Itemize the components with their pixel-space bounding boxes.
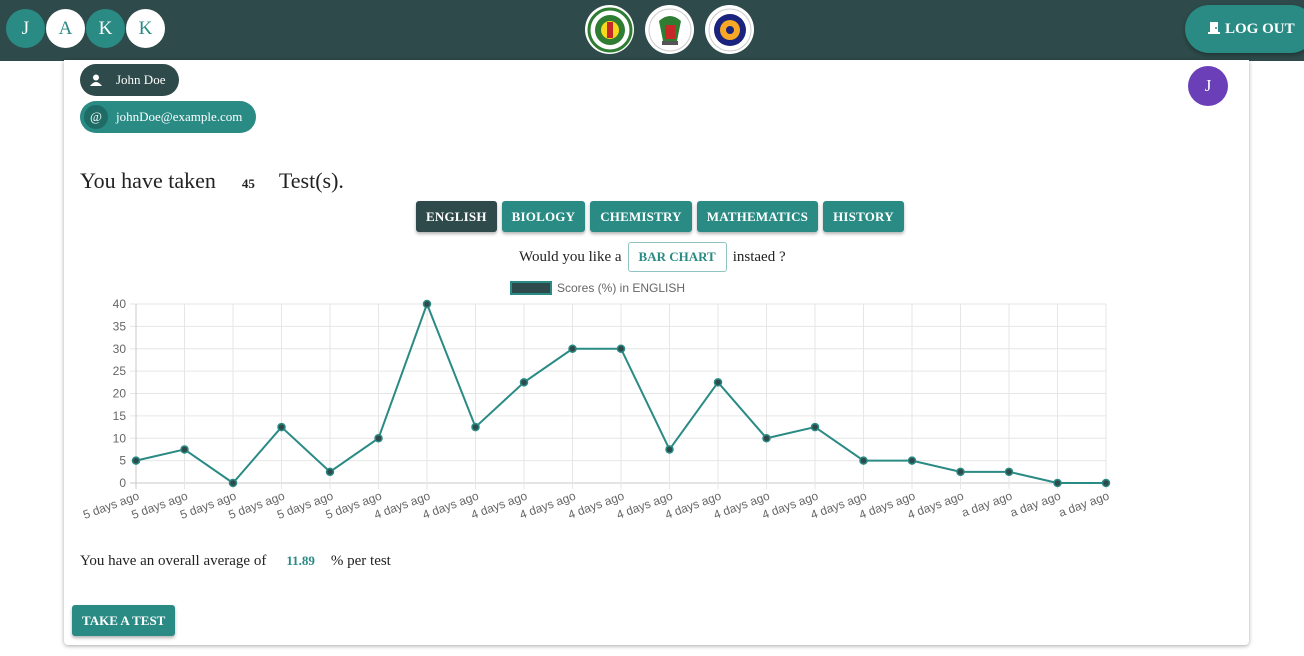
x-tick-label: a day ago	[1008, 489, 1063, 520]
data-point	[277, 422, 286, 432]
data-point	[956, 467, 965, 477]
y-tick-label: 10	[113, 431, 127, 445]
x-tick-label: 4 days ago	[906, 489, 966, 522]
y-tick-label: 25	[113, 364, 127, 378]
jamb-logo-icon	[585, 5, 634, 54]
data-point	[228, 478, 238, 488]
average-prefix: You have an overall average of	[80, 553, 267, 569]
data-point	[665, 445, 674, 454]
data-point	[762, 434, 771, 443]
brand-letter: J	[6, 9, 45, 48]
x-tick-label: a day ago	[1057, 489, 1112, 520]
brand-letter: A	[46, 9, 85, 48]
scores-line-chart: 05101520253035405 days ago5 days ago5 da…	[81, 281, 1112, 522]
average-suffix: % per test	[330, 553, 391, 569]
data-point	[180, 445, 189, 454]
data-point	[1101, 478, 1111, 488]
legend-swatch	[510, 281, 552, 295]
brand-letter: K	[126, 9, 165, 48]
data-point	[859, 456, 868, 465]
data-point	[907, 456, 917, 465]
door-icon	[1207, 20, 1221, 39]
average-value: 11.89	[286, 553, 315, 568]
y-tick-label: 35	[113, 319, 127, 333]
y-tick-label: 5	[119, 454, 126, 468]
data-point	[519, 378, 529, 387]
y-tick-label: 30	[113, 342, 127, 356]
top-navbar: J A K K LOG OUT	[0, 0, 1304, 61]
data-point	[713, 378, 723, 387]
logout-button[interactable]: LOG OUT	[1185, 5, 1304, 53]
data-point	[422, 299, 432, 309]
x-tick-label: a day ago	[960, 489, 1015, 520]
waec-logo-icon	[705, 5, 754, 54]
exam-body-logos	[585, 5, 754, 54]
data-point	[1004, 467, 1014, 477]
data-point	[616, 344, 626, 353]
average-summary: You have an overall average of 11.89 % p…	[80, 553, 391, 570]
data-point	[1053, 478, 1062, 488]
y-tick-label: 0	[119, 476, 126, 490]
y-tick-label: 20	[113, 387, 127, 401]
data-point	[810, 422, 820, 432]
data-point	[568, 344, 577, 353]
neco-logo-icon	[645, 5, 694, 54]
brand-letter: K	[86, 9, 125, 48]
data-point	[131, 456, 141, 465]
data-point	[374, 434, 383, 443]
brand-logo[interactable]: J A K K	[6, 9, 166, 48]
y-tick-label: 40	[113, 297, 127, 311]
dashboard-card: John Doe @ johnDoe@example.com J You hav…	[64, 60, 1249, 645]
data-point	[325, 467, 335, 477]
logout-label: LOG OUT	[1225, 20, 1295, 37]
data-point	[471, 422, 480, 432]
y-tick-label: 15	[113, 409, 127, 423]
take-test-button[interactable]: TAKE A TEST	[72, 605, 176, 636]
legend-label: Scores (%) in ENGLISH	[557, 281, 685, 295]
